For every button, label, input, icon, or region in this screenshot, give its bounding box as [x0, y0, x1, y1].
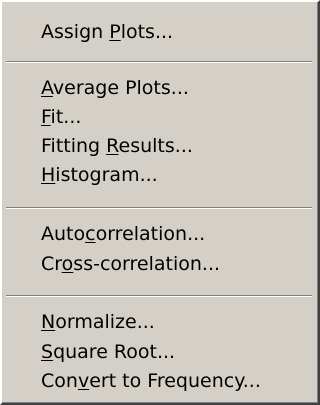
menu-item-mnemonic: N	[41, 311, 56, 333]
menu-item-mnemonic: P	[109, 21, 121, 43]
menu-item-label: Fitting	[41, 135, 107, 157]
menu-item-average-plots[interactable]: Average Plots...	[41, 74, 189, 102]
menu-item-label: Cr	[41, 253, 62, 275]
menu-item-mnemonic: S	[41, 341, 54, 363]
context-menu: Assign Plots... Average Plots... Fit... …	[0, 0, 320, 405]
menu-item-label: Assign	[41, 21, 110, 43]
menu-item-label: quare Root...	[53, 341, 176, 363]
menu-item-normalize[interactable]: Normalize...	[41, 308, 155, 336]
menu-item-cross-correlation[interactable]: Cross-correlation...	[41, 250, 220, 278]
menu-item-mnemonic: o	[61, 253, 74, 275]
menu-item-label: ert to Frequency...	[89, 370, 261, 392]
menu-item-label: esults...	[118, 135, 193, 157]
menu-item-mnemonic: R	[106, 135, 119, 157]
menu-item-square-root[interactable]: Square Root...	[41, 338, 175, 366]
menu-item-assign-plots[interactable]: Assign Plots...	[41, 18, 173, 46]
menu-item-convert-to-frequency[interactable]: Convert to Frequency...	[41, 367, 261, 395]
menu-item-histogram[interactable]: Histogram...	[41, 161, 158, 189]
menu-item-mnemonic: c	[85, 223, 96, 245]
menu-item-mnemonic: A	[41, 77, 53, 99]
menu-item-mnemonic: F	[41, 106, 51, 128]
menu-item-label: ss-correlation...	[73, 253, 221, 275]
menu-item-label: Auto	[41, 223, 86, 245]
menu-separator	[6, 295, 312, 297]
menu-item-mnemonic: v	[77, 370, 90, 392]
menu-separator	[6, 207, 312, 209]
menu-item-label: ormalize...	[55, 311, 155, 333]
menu-item-label: istogram...	[55, 164, 158, 186]
menu-item-fit[interactable]: Fit...	[41, 103, 81, 131]
menu-item-label: verage Plots...	[52, 77, 189, 99]
menu-item-label: Con	[41, 370, 78, 392]
menu-separator	[6, 61, 312, 63]
menu-item-autocorrelation[interactable]: Autocorrelation...	[41, 220, 205, 248]
menu-item-label: lots...	[120, 21, 174, 43]
menu-item-label: it...	[50, 106, 82, 128]
menu-item-label: orrelation...	[95, 223, 206, 245]
menu-item-fitting-results[interactable]: Fitting Results...	[41, 132, 193, 160]
menu-item-mnemonic: H	[41, 164, 56, 186]
